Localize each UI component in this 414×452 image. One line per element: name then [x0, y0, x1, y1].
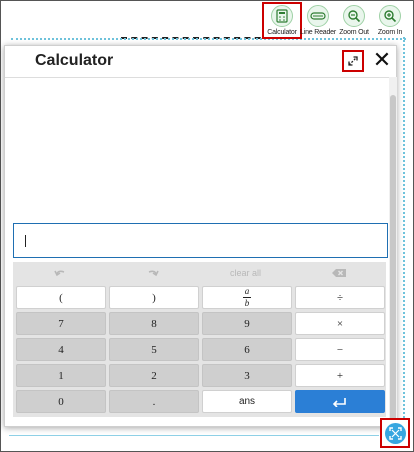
key-minus[interactable]: −	[295, 338, 385, 361]
key-9[interactable]: 9	[202, 312, 292, 335]
key-7[interactable]: 7	[16, 312, 106, 335]
scrollbar[interactable]	[389, 77, 397, 426]
calculator-tool-label: Calculator	[267, 29, 297, 36]
key-open-paren[interactable]: (	[16, 286, 106, 309]
zoom-out-tool-label: Zoom Out	[339, 29, 369, 36]
fullscreen-button[interactable]	[380, 418, 410, 448]
key-2[interactable]: 2	[109, 364, 199, 387]
key-divide[interactable]: ÷	[295, 286, 385, 309]
calculator-icon	[271, 5, 293, 27]
zoom-in-icon	[379, 5, 401, 27]
key-4[interactable]: 4	[16, 338, 106, 361]
divider	[5, 77, 391, 78]
divider	[403, 37, 405, 437]
key-multiply[interactable]: ×	[295, 312, 385, 335]
fraction-numerator: a	[244, 286, 250, 296]
key-5[interactable]: 5	[109, 338, 199, 361]
zoom-out-tool-button[interactable]: Zoom Out	[337, 5, 371, 36]
scrollbar-thumb[interactable]	[390, 95, 396, 425]
expand-icon	[348, 56, 358, 66]
key-decimal[interactable]: .	[109, 390, 199, 413]
close-icon: ✕	[372, 47, 392, 72]
calculator-dialog: Calculator ✕ clear all () a b ÷ 7 8 9 ×…	[4, 45, 397, 427]
keypad-controls: clear all	[13, 262, 386, 284]
redo-button[interactable]	[106, 262, 199, 284]
close-button[interactable]: ✕	[371, 47, 393, 72]
fraction-denominator: b	[244, 298, 250, 308]
key-enter[interactable]	[295, 390, 385, 413]
fraction-glyph: a b	[243, 287, 251, 308]
clear-all-button[interactable]: clear all	[199, 262, 292, 284]
calculator-tool-button[interactable]: Calculator	[262, 2, 302, 39]
zoom-in-tool-label: Zoom In	[377, 29, 403, 36]
keypad: clear all ( ) a b ÷ 7 8 9 × 4 5 6 − 1 2 …	[13, 262, 386, 417]
calculator-input[interactable]	[13, 223, 388, 258]
expand-button[interactable]	[342, 50, 364, 72]
fullscreen-icon	[384, 422, 406, 444]
backspace-icon	[331, 269, 346, 277]
line-reader-icon	[307, 5, 329, 27]
line-reader-tool-label: Line Reader	[300, 29, 336, 36]
zoom-in-tool-button[interactable]: Zoom In	[373, 5, 407, 36]
key-0[interactable]: 0	[16, 390, 106, 413]
line-reader-tool-button[interactable]: Line Reader	[300, 5, 336, 36]
text-caret	[25, 235, 26, 247]
tools-toolbar: Calculator Line Reader Zoom Out Zoom In	[262, 2, 407, 39]
divider	[9, 435, 379, 436]
divider	[11, 38, 406, 40]
enter-icon	[332, 397, 346, 407]
backspace-button[interactable]	[292, 262, 385, 284]
key-plus[interactable]: +	[295, 364, 385, 387]
key-fraction[interactable]: a b	[202, 286, 292, 309]
key-close-paren[interactable]: )	[109, 286, 199, 309]
zoom-out-icon	[343, 5, 365, 27]
page-frame: Calculator Line Reader Zoom Out Zoom In …	[0, 0, 414, 452]
undo-icon	[53, 270, 64, 277]
redo-icon	[148, 270, 159, 277]
dialog-title: Calculator	[35, 52, 114, 69]
key-6[interactable]: 6	[202, 338, 292, 361]
undo-button[interactable]	[13, 262, 106, 284]
key-ans[interactable]: ans	[202, 390, 292, 413]
key-1[interactable]: 1	[16, 364, 106, 387]
key-3[interactable]: 3	[202, 364, 292, 387]
key-8[interactable]: 8	[109, 312, 199, 335]
